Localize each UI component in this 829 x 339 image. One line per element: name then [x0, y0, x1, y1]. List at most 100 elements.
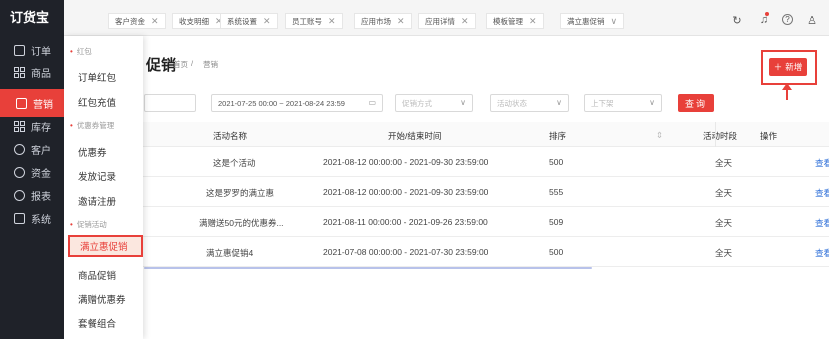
cell-name: 满赠送50元的优惠券...: [199, 218, 284, 228]
tab-bar: 客户资金 ✕ 收支明细 ✕ 系统设置 ✕ 员工账号 ✕ 应用市场 ✕ 应用详情 ✕ 模板管理…: [64, 0, 829, 36]
shelf-select[interactable]: 上下架 ∨: [584, 94, 662, 112]
cell-name: 这是罗罗的满立惠: [206, 188, 275, 198]
user-icon[interactable]: ♙: [806, 14, 818, 27]
nav-item-funds[interactable]: 资金: [0, 162, 64, 182]
submenu-item-invite-register[interactable]: 邀请注册: [78, 194, 116, 208]
nav-label: 客户: [31, 145, 51, 157]
marketing-submenu: • 红包 订单红包 红包充值 • 优惠券管理 优惠券 发放记录 邀请注册 • 促销活动…: [64, 36, 143, 339]
view-link[interactable]: 查看: [815, 158, 829, 168]
cell-time: 2021-08-12 00:00:00 - 2021-09-30 23:59:0…: [323, 187, 489, 197]
view-link[interactable]: 查看: [815, 188, 829, 198]
submenu-item-coupons[interactable]: 优惠券: [78, 145, 107, 159]
close-icon[interactable]: ✕: [151, 16, 159, 27]
col-header-time: 开始/结束时间: [388, 131, 442, 141]
nav-item-orders[interactable]: 订单: [0, 40, 64, 60]
cell-time: 2021-08-11 00:00:00 - 2021-09-26 23:59:0…: [323, 217, 488, 227]
submenu-item-product-promo[interactable]: 商品促销: [78, 268, 116, 282]
submenu-group-coupons: • 优惠券管理: [70, 121, 115, 130]
tab-label: 模板管理: [493, 16, 523, 26]
submenu-item-full-discount[interactable]: 满立惠促销: [68, 235, 143, 257]
close-icon[interactable]: ✕: [328, 16, 336, 27]
submenu-item-redpacket-recharge[interactable]: 红包充值: [78, 95, 116, 109]
chevron-down-icon: ∨: [556, 98, 562, 107]
cell-sort: 509: [549, 217, 564, 227]
col-header-name: 活动名称: [213, 131, 248, 141]
shelf-placeholder: 上下架: [591, 98, 614, 108]
nav-item-products[interactable]: 商品: [0, 62, 64, 82]
close-icon[interactable]: ✕: [263, 16, 271, 27]
stock-icon: [14, 120, 25, 132]
nav-item-marketing[interactable]: 营销: [0, 89, 64, 117]
col-header-sort: 排序: [549, 131, 567, 141]
main-content: 促销 首页 / 营销 ＋ 新增 2021-07-25 00:00 ~ 2021-…: [64, 36, 829, 339]
view-link[interactable]: 查看: [815, 248, 829, 258]
nav-item-reports[interactable]: 报表: [0, 185, 64, 205]
table-row[interactable]: 满立惠促销4 2021-07-08 00:00:00 - 2021-07-30 …: [143, 237, 829, 267]
tab-template-manage[interactable]: 模板管理 ✕: [486, 13, 544, 29]
horizontal-scrollbar[interactable]: [144, 267, 592, 269]
row-actions: 查看|复制: [815, 187, 829, 199]
refresh-icon[interactable]: ↻: [731, 14, 743, 27]
submenu-item-gift-coupons[interactable]: 满赠优惠券: [78, 292, 126, 306]
tab-label: 客户资金: [115, 16, 145, 26]
promo-type-placeholder: 促销方式: [402, 98, 432, 108]
nav-label: 系统: [31, 214, 51, 226]
nav-label: 订单: [31, 46, 51, 58]
customer-icon: [14, 143, 25, 155]
tab-label: 系统设置: [227, 16, 257, 26]
view-link[interactable]: 查看: [815, 218, 829, 228]
submenu-item-order-redpacket[interactable]: 订单红包: [78, 70, 116, 84]
row-actions: 查看|复制: [815, 217, 829, 229]
nav-item-system[interactable]: 系统: [0, 208, 64, 228]
tab-label: 收支明细: [179, 16, 209, 26]
status-placeholder: 活动状态: [497, 98, 527, 108]
date-range-picker[interactable]: 2021-07-25 00:00 ~ 2021-08-24 23:59 ▭: [211, 94, 383, 112]
submenu-item-bundle[interactable]: 套餐组合: [78, 316, 116, 330]
close-icon[interactable]: ✕: [397, 16, 405, 27]
sort-icon[interactable]: ⇕: [656, 130, 663, 141]
cell-name: 这是个活动: [213, 158, 256, 168]
tab-promo-current[interactable]: 满立惠促销 ∨: [560, 13, 625, 29]
help-icon[interactable]: ?: [782, 14, 793, 25]
tab-staff-accounts[interactable]: 员工账号 ✕: [285, 13, 343, 29]
chevron-down-icon[interactable]: ∨: [611, 16, 618, 27]
row-actions: 查看|复制: [815, 157, 829, 169]
tab-customer-funds[interactable]: 客户资金 ✕: [108, 13, 166, 29]
report-icon: [14, 189, 25, 201]
close-icon[interactable]: ✕: [529, 16, 537, 27]
nav-label: 库存: [31, 122, 51, 134]
close-icon[interactable]: ✕: [461, 16, 469, 27]
col-header-actions: 操作: [760, 131, 778, 141]
arrow-up-icon: [782, 83, 792, 100]
status-select[interactable]: 活动状态 ∨: [490, 94, 569, 112]
bell-icon[interactable]: ♫: [758, 12, 770, 26]
name-search-input[interactable]: [144, 94, 196, 112]
table-row[interactable]: 这是个活动 2021-08-12 00:00:00 - 2021-09-30 2…: [143, 147, 829, 177]
submenu-item-issue-records[interactable]: 发放记录: [78, 169, 116, 183]
nav-label: 商品: [31, 68, 51, 80]
cell-sort: 555: [549, 187, 564, 197]
nav-item-stock[interactable]: 库存: [0, 116, 64, 136]
nav-item-customers[interactable]: 客户: [0, 139, 64, 159]
nav-label: 报表: [31, 191, 51, 203]
cell-period: 全天: [715, 158, 733, 168]
tab-system-settings[interactable]: 系统设置 ✕: [220, 13, 278, 29]
notification-dot: [765, 12, 769, 16]
promo-type-select[interactable]: 促销方式 ∨: [395, 94, 473, 112]
add-button[interactable]: ＋ 新增: [769, 58, 807, 76]
breadcrumb-home[interactable]: 首页: [173, 59, 188, 70]
table-row[interactable]: 这是罗罗的满立惠 2021-08-12 00:00:00 - 2021-09-3…: [143, 177, 829, 207]
tab-app-detail[interactable]: 应用详情 ✕: [418, 13, 476, 29]
table-row[interactable]: 满赠送50元的优惠券... 2021-08-11 00:00:00 - 2021…: [143, 207, 829, 237]
tab-app-market[interactable]: 应用市场 ✕: [354, 13, 412, 29]
cell-time: 2021-08-12 00:00:00 - 2021-09-30 23:59:0…: [323, 157, 489, 167]
funds-icon: [14, 166, 25, 178]
cell-period: 全天: [715, 188, 733, 198]
system-icon: [14, 212, 25, 224]
add-button-label: 新增: [785, 62, 803, 72]
row-actions: 查看|复制: [815, 247, 829, 259]
search-button[interactable]: 查询: [678, 94, 714, 112]
cell-period: 全天: [715, 248, 733, 258]
chevron-down-icon: ∨: [649, 98, 655, 107]
chevron-down-icon: ∨: [460, 98, 466, 107]
